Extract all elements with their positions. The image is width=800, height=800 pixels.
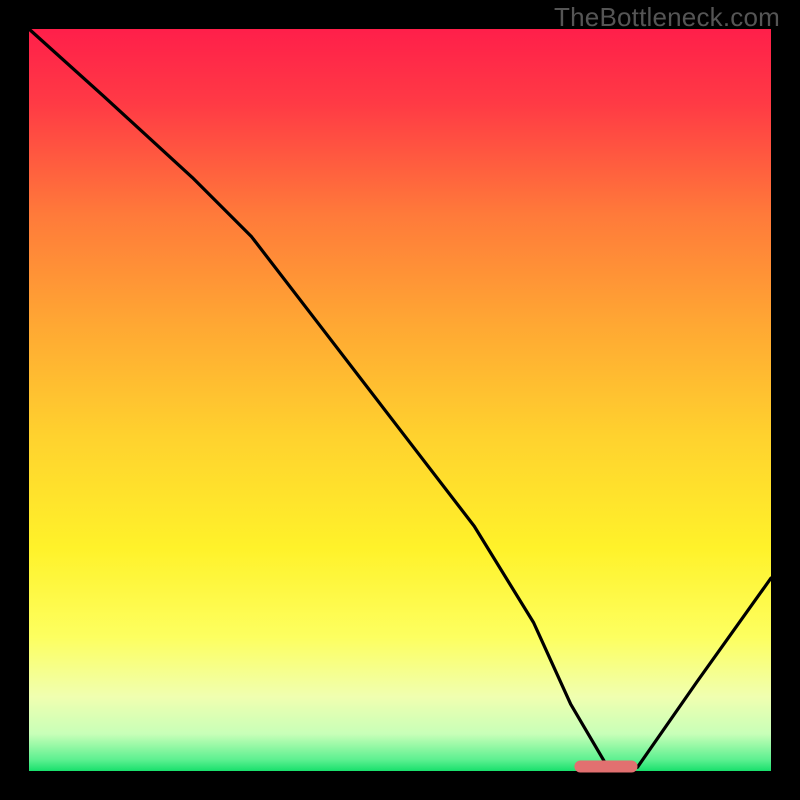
watermark-text: TheBottleneck.com [554, 2, 780, 33]
chart-svg [0, 0, 800, 800]
bottleneck-chart: TheBottleneck.com [0, 0, 800, 800]
minimum-marker [574, 761, 637, 773]
plot-background [29, 29, 771, 771]
